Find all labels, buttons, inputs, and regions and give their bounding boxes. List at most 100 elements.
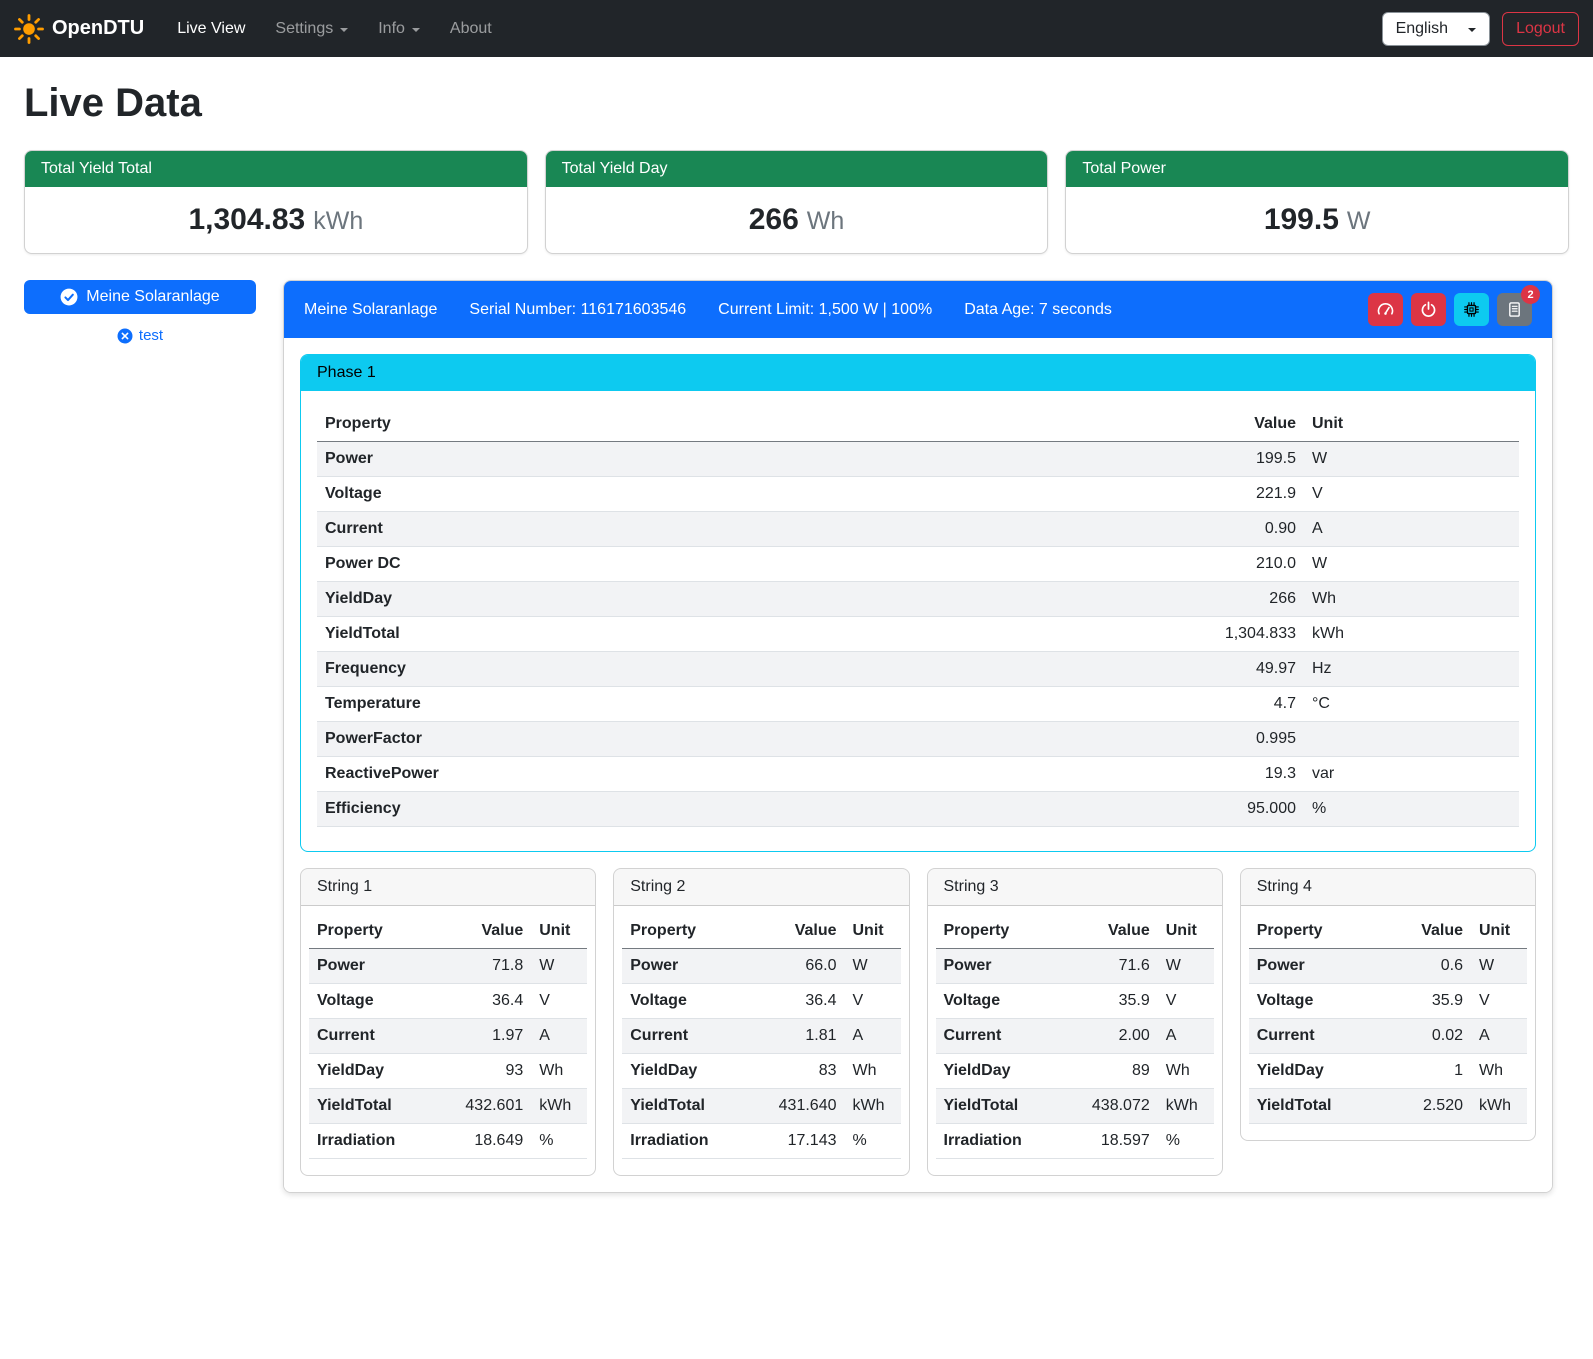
- table-row: YieldTotal432.601kWh: [309, 1089, 587, 1124]
- unit-cell: W: [1304, 547, 1519, 582]
- limit-settings-button[interactable]: [1368, 293, 1403, 326]
- navbar-right: English Logout: [1382, 12, 1579, 46]
- summary-card-title: Total Power: [1066, 151, 1568, 187]
- phase-card: Phase 1 Property Value Unit Power199.5WV…: [300, 354, 1536, 852]
- table-header: Property Value Unit: [309, 914, 587, 949]
- logout-button[interactable]: Logout: [1502, 12, 1579, 46]
- table-row: Current1.97A: [309, 1019, 587, 1054]
- unit-cell: V: [845, 984, 901, 1019]
- summary-card-unit: W: [1347, 207, 1371, 235]
- unit-cell: W: [1471, 949, 1527, 984]
- summary-card-title: Total Yield Day: [546, 151, 1048, 187]
- property-header: Property: [317, 407, 907, 442]
- table-row: Current2.00A: [936, 1019, 1214, 1054]
- power-button[interactable]: [1411, 293, 1446, 326]
- value-cell: 18.649: [434, 1124, 532, 1159]
- table-row: Power71.6W: [936, 949, 1214, 984]
- string-table-body: Power71.6WVoltage35.9VCurrent2.00AYieldD…: [936, 949, 1214, 1159]
- property-cell: Voltage: [936, 984, 1061, 1019]
- value-cell: 0.995: [907, 722, 1304, 757]
- unit-cell: A: [1471, 1019, 1527, 1054]
- event-count-badge: 2: [1521, 285, 1540, 304]
- value-cell: 18.597: [1060, 1124, 1158, 1159]
- table-row: YieldDay83Wh: [622, 1054, 900, 1089]
- unit-cell: Wh: [531, 1054, 587, 1089]
- unit-cell: Wh: [845, 1054, 901, 1089]
- event-log-button[interactable]: 2: [1497, 293, 1532, 326]
- unit-header: Unit: [1158, 914, 1214, 949]
- table-row: Irradiation18.597%: [936, 1124, 1214, 1159]
- summary-cards-row: Total Yield Total 1,304.83kWh Total Yiel…: [24, 150, 1569, 254]
- table-row: Voltage36.4V: [622, 984, 900, 1019]
- property-cell: YieldDay: [936, 1054, 1061, 1089]
- content-row: Meine Solaranlage test Meine Solaranlage…: [24, 280, 1569, 1193]
- phase-table: Property Value Unit Power199.5WVoltage22…: [317, 407, 1519, 827]
- value-cell: 0.6: [1384, 949, 1471, 984]
- property-cell: YieldTotal: [317, 617, 907, 652]
- value-header: Value: [747, 914, 845, 949]
- table-row: YieldDay266Wh: [317, 582, 1519, 617]
- property-cell: YieldTotal: [622, 1089, 747, 1124]
- property-header: Property: [936, 914, 1061, 949]
- brand-label: OpenDTU: [52, 17, 144, 40]
- table-row: Current0.02A: [1249, 1019, 1527, 1054]
- value-cell: 438.072: [1060, 1089, 1158, 1124]
- property-cell: YieldDay: [317, 582, 907, 617]
- language-select-value: English: [1396, 20, 1448, 38]
- unit-cell: %: [531, 1124, 587, 1159]
- string-table-body: Power71.8WVoltage36.4VCurrent1.97AYieldD…: [309, 949, 587, 1159]
- nav-item-live-view[interactable]: Live View: [162, 12, 260, 46]
- unit-header: Unit: [531, 914, 587, 949]
- nav-links: Live View Settings Info About: [162, 12, 507, 46]
- string-card-body: Property Value Unit Power71.8WVoltage36.…: [301, 906, 595, 1159]
- inverter-select-label: Meine Solaranlage: [86, 288, 219, 306]
- table-row: PowerFactor0.995: [317, 722, 1519, 757]
- value-cell: 432.601: [434, 1089, 532, 1124]
- unit-cell: °C: [1304, 687, 1519, 722]
- nav-item-info[interactable]: Info: [363, 12, 435, 46]
- unit-cell: %: [1158, 1124, 1214, 1159]
- main-content: Live Data Total Yield Total 1,304.83kWh …: [0, 57, 1593, 1221]
- property-cell: Current: [1249, 1019, 1385, 1054]
- nav-item-settings[interactable]: Settings: [260, 12, 363, 46]
- language-select[interactable]: English: [1382, 12, 1490, 46]
- sun-icon: [14, 14, 44, 44]
- summary-card-body: 266Wh: [546, 187, 1048, 253]
- string-card-title: String 3: [928, 869, 1222, 906]
- value-cell: 49.97: [907, 652, 1304, 687]
- device-info-button[interactable]: [1454, 293, 1489, 326]
- value-cell: 71.8: [434, 949, 532, 984]
- unit-cell: V: [531, 984, 587, 1019]
- table-header: Property Value Unit: [622, 914, 900, 949]
- sidebar-item-test[interactable]: test: [117, 327, 163, 344]
- table-row: Power71.8W: [309, 949, 587, 984]
- string-card-body: Property Value Unit Power71.6WVoltage35.…: [928, 906, 1222, 1159]
- string-card-4: String 4 Property Value Unit: [1240, 868, 1536, 1141]
- property-cell: Temperature: [317, 687, 907, 722]
- table-row: YieldDay93Wh: [309, 1054, 587, 1089]
- value-cell: 17.143: [747, 1124, 845, 1159]
- table-header-row: Property Value Unit: [1249, 914, 1527, 949]
- string-table: Property Value Unit Power66.0WVoltage36.…: [622, 914, 900, 1159]
- value-cell: 0.02: [1384, 1019, 1471, 1054]
- brand[interactable]: OpenDTU: [14, 14, 144, 44]
- unit-cell: W: [1158, 949, 1214, 984]
- table-row: Current0.90A: [317, 512, 1519, 547]
- journal-icon: [1506, 301, 1523, 318]
- unit-cell: W: [1304, 442, 1519, 477]
- unit-cell: var: [1304, 757, 1519, 792]
- string-card-body: Property Value Unit Power66.0WVoltage36.…: [614, 906, 908, 1159]
- table-header-row: Property Value Unit: [309, 914, 587, 949]
- value-cell: 1,304.833: [907, 617, 1304, 652]
- inverter-select-button[interactable]: Meine Solaranlage: [24, 280, 256, 314]
- nav-item-about[interactable]: About: [435, 12, 507, 46]
- unit-cell: A: [1158, 1019, 1214, 1054]
- table-row: Frequency49.97Hz: [317, 652, 1519, 687]
- table-row: Temperature4.7°C: [317, 687, 1519, 722]
- property-cell: YieldDay: [309, 1054, 434, 1089]
- property-cell: Irradiation: [622, 1124, 747, 1159]
- unit-cell: V: [1158, 984, 1214, 1019]
- property-cell: Power: [309, 949, 434, 984]
- property-cell: Power: [622, 949, 747, 984]
- value-cell: 210.0: [907, 547, 1304, 582]
